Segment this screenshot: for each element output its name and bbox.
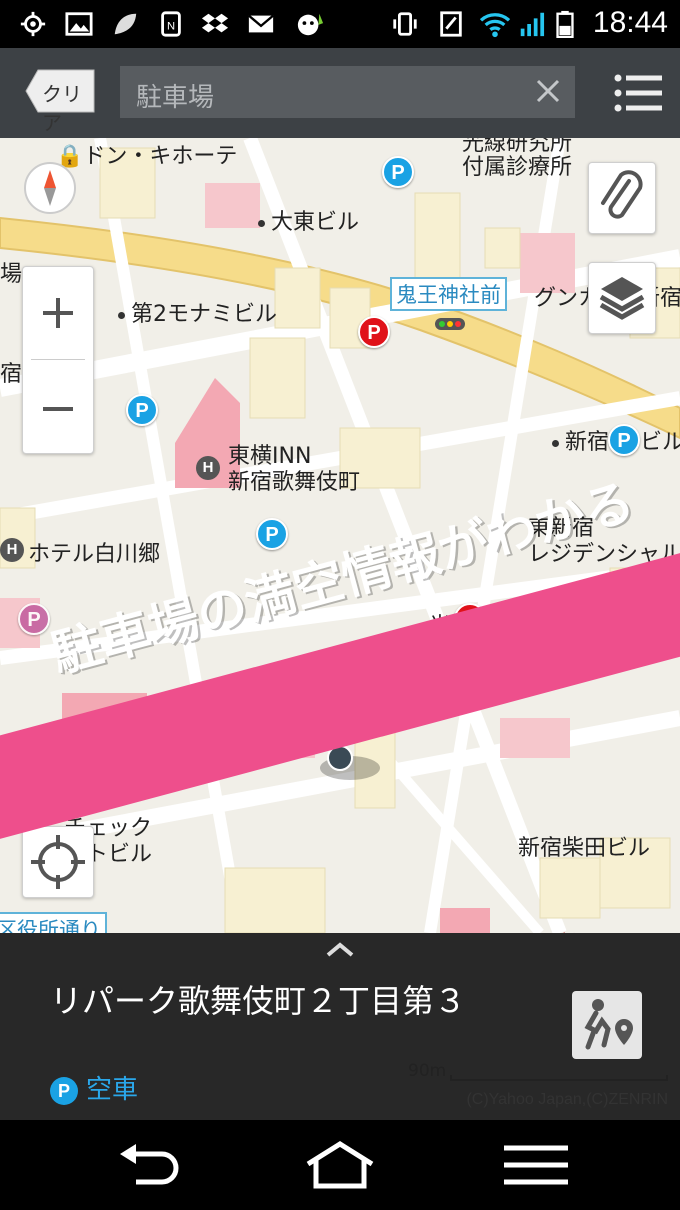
svg-text:N: N (167, 21, 175, 33)
paperclip-icon (601, 170, 643, 219)
map-label-hotel-shirakawa: ホテル白川郷 (28, 542, 161, 567)
parking-pin-full[interactable]: P (358, 316, 390, 348)
map-label-shinjuku-building: 新宿 (552, 424, 609, 456)
map-label-daito: 大東ビル (258, 204, 359, 236)
layers-button[interactable] (588, 262, 656, 334)
map-copyright: (C)Yahoo Japan,(C)ZENRIN (466, 1091, 668, 1108)
parking-name: リパーク歌舞伎町２丁目第３ (50, 982, 467, 1020)
crosshair-icon (31, 835, 85, 889)
list-menu-icon[interactable] (614, 72, 662, 114)
close-icon[interactable] (533, 76, 563, 106)
map-label-left-edge-1: 場 (0, 262, 23, 287)
map-label-kuyakusho-dori: 区役所通り (0, 912, 107, 933)
nfc-icon: N (161, 11, 181, 37)
search-input[interactable]: 駐車場 (120, 66, 575, 118)
wifi-icon (479, 13, 511, 38)
compass-icon[interactable] (22, 160, 78, 216)
parking-pin[interactable]: P (256, 518, 288, 550)
hotel-icon: H (0, 538, 24, 562)
vacancy-status-text: 空車 (86, 1075, 139, 1105)
map-label-clinic: 光線研究所 付属診療所 (462, 138, 573, 180)
battery-icon (556, 10, 574, 38)
clear-button-label: クリア (42, 82, 82, 135)
leaf-icon (114, 13, 137, 35)
scale-label: 90m (408, 1061, 447, 1081)
parking-pin[interactable]: P (382, 156, 414, 188)
parking-icon: P (50, 1076, 78, 1105)
menu-icon[interactable] (496, 1140, 576, 1190)
android-navigation-bar (0, 1120, 680, 1210)
search-toolbar: クリア 駐車場 (0, 48, 680, 138)
location-icon (20, 11, 46, 37)
current-location-button[interactable] (22, 826, 94, 898)
walking-person-icon (584, 999, 633, 1050)
hotel-icon: H (196, 456, 220, 480)
search-input-value: 駐車場 (136, 83, 215, 113)
parking-pin[interactable]: P (608, 424, 640, 456)
layers-icon (599, 277, 645, 320)
map-label-toyoko-inn: 東横INN 新宿歌舞伎町 (228, 444, 361, 495)
map-label-don-quijote: 🔒ドン・キホーテ (56, 144, 238, 169)
chevron-up-icon[interactable] (324, 939, 356, 959)
image-icon (65, 12, 93, 36)
parking-info-panel[interactable]: リパーク歌舞伎町２丁目第３ P 空車 90m (C)Yahoo Japan,(C)… (0, 933, 680, 1120)
map-label-kiou-jinja-mae: 鬼王神社前 (390, 277, 507, 311)
parking-pin[interactable]: P (126, 394, 158, 426)
back-icon[interactable] (108, 1140, 188, 1190)
vibrate-icon (393, 12, 417, 36)
clear-button[interactable]: クリア (24, 68, 96, 135)
home-icon[interactable] (300, 1140, 380, 1190)
map-view[interactable]: 🔒ドン・キホーテ 光線研究所 付属診療所 大東ビル 第2モナミビル 鬼王神社前 … (0, 138, 680, 933)
mail-icon (248, 14, 274, 33)
zoom-in-button[interactable] (23, 267, 93, 359)
attach-button[interactable] (588, 162, 656, 234)
map-label-shinjuku-building-suffix: ビル (640, 430, 680, 455)
vacancy-status: P 空車 (50, 1069, 138, 1106)
scale-bar (450, 1075, 668, 1081)
status-bar: N 18:44 (0, 0, 680, 48)
map-label-dai2: 第2モナミビル (118, 296, 277, 328)
dropbox-icon (201, 13, 229, 33)
dog-icon (297, 13, 324, 36)
zoom-divider (31, 359, 85, 360)
zoom-out-button[interactable] (23, 363, 93, 455)
signal-icon (520, 12, 545, 37)
walk-route-button[interactable] (572, 991, 642, 1059)
zoom-controls (22, 266, 94, 454)
sim-icon (440, 11, 462, 37)
map-label-shibata: 新宿柴田ビル (518, 836, 651, 861)
clock: 18:44 (592, 6, 668, 39)
map-label-left-edge-2: 宿 (0, 362, 23, 387)
